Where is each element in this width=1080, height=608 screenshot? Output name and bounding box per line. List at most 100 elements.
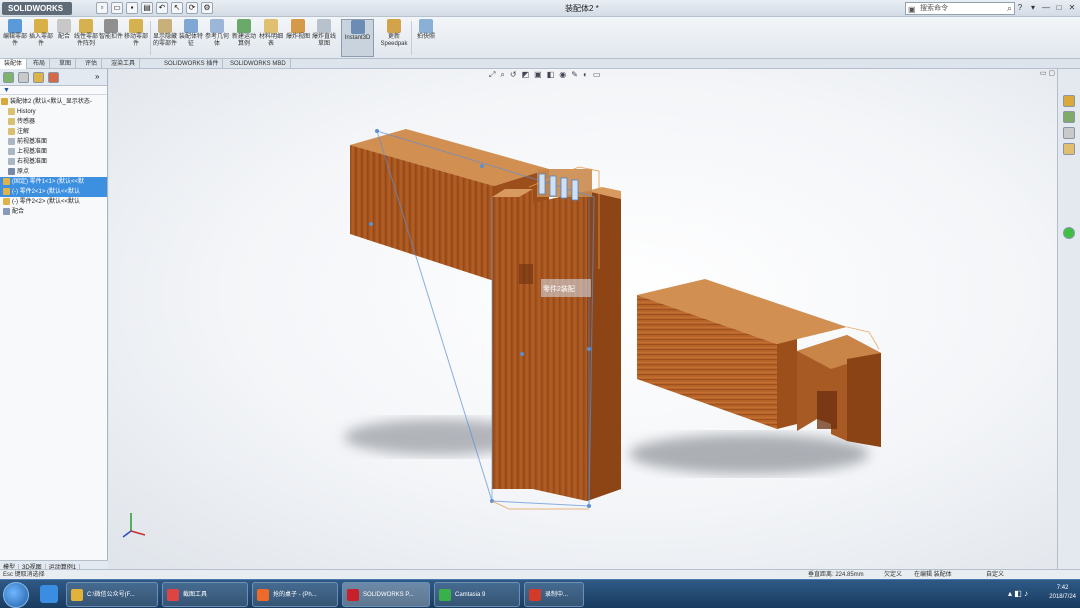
update-speedpak-button[interactable]: 更新Speedpak (379, 19, 409, 57)
magnifier-icon[interactable]: ⌕ (1007, 3, 1012, 14)
bom-icon (264, 19, 278, 33)
configuration-tab-icon[interactable] (33, 72, 44, 83)
feature-tree-tab-icon[interactable] (3, 72, 14, 83)
plane-icon (8, 157, 15, 165)
show-hidden-button[interactable]: 显示隐藏的零部件 (153, 19, 177, 57)
tree-item-mates[interactable]: 配合 (0, 207, 107, 217)
motion-study-icon (237, 19, 251, 33)
status-bar: Esc 键取消选择 垂直距离: 224.85mm 欠定义 在编辑 装配体 自定义 (0, 569, 1080, 579)
tab-evaluate[interactable]: 评估 (81, 59, 103, 69)
document-title: 装配体2 * (565, 4, 599, 13)
help-icon[interactable]: ? (1015, 2, 1025, 13)
tree-item-origin[interactable]: 原点 (0, 167, 107, 177)
window-controls: ? ▾ — □ ✕ (1015, 2, 1077, 13)
move-component-button[interactable]: 移动零部件 (124, 19, 148, 57)
tab-layout[interactable]: 布局 (29, 59, 51, 69)
camtasia-icon (439, 589, 451, 601)
taskbar-item-snipping[interactable]: 截图工具 (162, 582, 248, 607)
taskbar-item-recorder[interactable]: 录制中... (524, 582, 584, 607)
tree-item-part2-1[interactable]: (-) 零件2<1> (默认<<默认 (0, 187, 107, 197)
filter-icon[interactable]: ▼ (0, 86, 107, 95)
tab-render-tools[interactable]: 渲染工具 (107, 59, 141, 69)
smart-fasteners-button[interactable]: 智能扣件 (99, 19, 123, 57)
file-explorer-icon[interactable] (1063, 127, 1075, 139)
appearances-icon[interactable] (1063, 227, 1075, 239)
edit-component-button[interactable]: 编辑零部件 (3, 19, 27, 57)
start-button[interactable] (3, 582, 29, 608)
clock[interactable]: 7:42 2018/7/24 (1049, 584, 1076, 602)
edit-component-icon (8, 19, 22, 33)
assembly-icon (1, 97, 8, 105)
taskbar-item-explorer[interactable]: C:\微信公众号(F... (66, 582, 158, 607)
part-icon (3, 177, 10, 185)
folder-icon (71, 589, 83, 601)
bill-of-materials-button[interactable]: 材料明细表 (259, 19, 283, 57)
recorder-icon (529, 589, 541, 601)
tree-item-right-plane[interactable]: 右视基准面 (0, 157, 107, 167)
close-button[interactable]: ✕ (1067, 2, 1077, 13)
search-placeholder: 搜索命令 (920, 5, 948, 12)
tab-sketch[interactable]: 草图 (55, 59, 77, 69)
origin-icon (8, 167, 15, 175)
tree-item-part1[interactable]: (固定) 零件1<1> (默认<<默 (0, 177, 107, 187)
design-library-icon[interactable] (1063, 111, 1075, 123)
instant3d-button[interactable]: Instant3D (341, 19, 374, 57)
part-icon (3, 187, 10, 195)
tree-item-part2-2[interactable]: (-) 零件2<2> (默认<<默认 (0, 197, 107, 207)
maximize-button[interactable]: □ (1054, 2, 1064, 13)
reference-geometry-button[interactable]: 参考几何体 (205, 19, 229, 57)
insert-component-button[interactable]: 插入零部件 (29, 19, 53, 57)
image-app-icon (257, 589, 269, 601)
display-manager-tab-icon[interactable] (48, 72, 59, 83)
take-snapshot-button[interactable]: 拍快照 (414, 19, 438, 57)
tab-mbd[interactable]: SOLIDWORKS MBD (226, 59, 291, 69)
new-file-icon[interactable]: ▫ (96, 2, 108, 14)
linear-pattern-button[interactable]: 线性零部件阵列 (74, 19, 98, 57)
minimize-button[interactable]: — (1041, 2, 1051, 13)
explode-line-sketch-button[interactable]: 爆炸直线草图 (312, 19, 336, 57)
tree-item-sensors[interactable]: 传感器 (0, 117, 107, 127)
mate-button[interactable]: 配合 (52, 19, 76, 57)
camera-icon (419, 19, 433, 33)
task-pane (1057, 69, 1080, 569)
tree-item-history[interactable]: History (0, 107, 107, 117)
tab-addins[interactable]: SOLIDWORKS 插件 (160, 59, 224, 69)
taskbar-item-photoshop[interactable]: 抢的桌子 - (Ph... (252, 582, 338, 607)
tree-item-assembly[interactable]: 装配体2 (默认<默认_显示状态- (0, 97, 107, 107)
expand-panel-icon[interactable]: » (95, 72, 106, 83)
property-manager-tab-icon[interactable] (18, 72, 29, 83)
search-input[interactable]: ▣ 搜索命令 ⌕ (905, 2, 1015, 15)
tree-item-front-plane[interactable]: 前视基准面 (0, 137, 107, 147)
browser-pin-icon[interactable] (40, 585, 58, 603)
insert-component-icon (34, 19, 48, 33)
graphics-area[interactable]: ⤢ ⌕ ↺ ◩ ▣ ◧ ◉ ✎ ◐ ▭ ▭ ▢ 零件2装配 (109, 69, 1057, 569)
tab-assembly[interactable]: 装配体 (0, 59, 28, 69)
undo-icon[interactable]: ↶ (156, 2, 168, 14)
ribbon-separator (150, 21, 151, 55)
taskbar-item-camtasia[interactable]: Camtasia 9 (434, 582, 520, 607)
exploded-view-button[interactable]: 爆炸视图 (286, 19, 310, 57)
system-tray[interactable]: ▴ ◧ ♪ (1008, 589, 1028, 598)
plane-icon (8, 147, 15, 155)
rebuild-icon[interactable]: ⟳ (186, 2, 198, 14)
open-file-icon[interactable]: ▭ (111, 2, 123, 14)
assembly-features-button[interactable]: 装配体特征 (179, 19, 203, 57)
view-palette-icon[interactable] (1063, 143, 1075, 155)
save-icon[interactable]: ▪ (126, 2, 138, 14)
tree-item-top-plane[interactable]: 上视基准面 (0, 147, 107, 157)
move-component-icon (129, 19, 143, 33)
clock-date: 2018/7/24 (1049, 594, 1076, 600)
linear-pattern-icon (79, 19, 93, 33)
speedpak-icon (387, 19, 401, 33)
taskbar-item-solidworks[interactable]: SOLIDWORKS P... (342, 582, 430, 607)
resources-icon[interactable] (1063, 95, 1075, 107)
options-icon[interactable]: ⚙ (201, 2, 213, 14)
help-dropdown-icon[interactable]: ▾ (1028, 2, 1038, 13)
tree-item-annotations[interactable]: 注解 (0, 127, 107, 137)
select-icon[interactable]: ↖ (171, 2, 183, 14)
coordinate-triad (122, 513, 146, 538)
part2-detached-beam[interactable] (637, 279, 881, 447)
windows-taskbar: C:\微信公众号(F... 截图工具 抢的桌子 - (Ph... SOLIDWO… (0, 579, 1080, 608)
new-motion-study-button[interactable]: 新建运动算例 (232, 19, 256, 57)
print-icon[interactable]: ▤ (141, 2, 153, 14)
